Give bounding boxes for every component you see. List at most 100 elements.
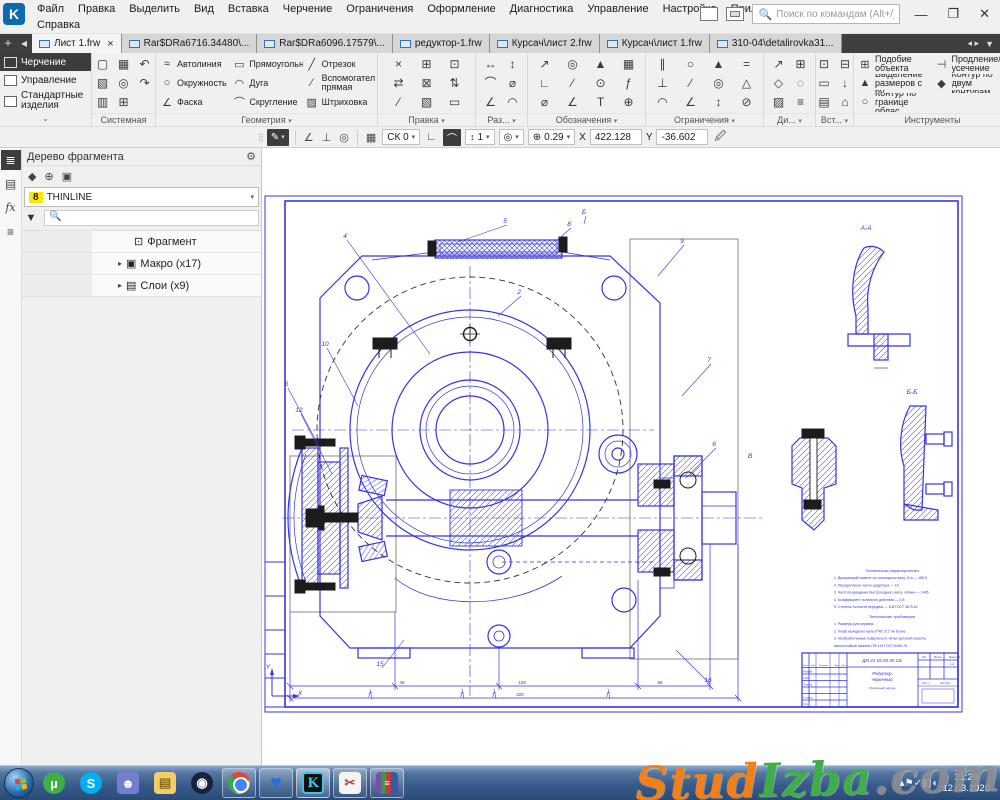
tool-icon[interactable]: ∟ — [535, 74, 555, 92]
tool-icon[interactable]: ⊞ — [791, 55, 811, 73]
snap-angle-icon[interactable]: ∠ — [302, 131, 316, 144]
tool-circle[interactable]: ○Окружность — [158, 74, 230, 93]
document-tab[interactable]: редуктор-1.frw — [393, 34, 490, 53]
menu-item[interactable]: Оформление — [420, 2, 502, 16]
tool-segment[interactable]: ╱Отрезок — [303, 55, 375, 74]
document-tab[interactable]: Курсач\лист 1.frw — [600, 34, 710, 53]
tool-arc[interactable]: ◠Дуга — [230, 74, 302, 93]
close-button[interactable]: ✕ — [973, 6, 996, 22]
document-tab[interactable]: 310-04\detalirovka31... — [710, 34, 842, 53]
menu-item[interactable]: Вставка — [221, 2, 276, 16]
winrar-icon[interactable]: ≡ — [370, 768, 404, 798]
start-button[interactable] — [4, 768, 34, 798]
modes-expand-icon[interactable]: ⌄ — [0, 114, 91, 126]
tool-icon[interactable]: ≡ — [791, 93, 811, 111]
tool-icon[interactable]: ○ — [681, 55, 701, 73]
zoom-mode-select[interactable]: ◎▾ — [499, 129, 524, 145]
tool-icon[interactable]: ∠ — [681, 93, 701, 111]
kompas-taskbar-icon[interactable]: K — [296, 768, 330, 798]
pen-tool-icon[interactable]: ◆ — [28, 170, 36, 183]
tool-icon[interactable]: ↗ — [535, 55, 555, 73]
expand-icon[interactable]: ▸ — [118, 259, 122, 268]
tool-icon[interactable]: ↕ — [503, 55, 523, 73]
menu-item[interactable]: Вид — [187, 2, 221, 16]
minimize-button[interactable]: — — [908, 7, 933, 22]
tool-icon[interactable]: ⊡ — [445, 55, 465, 73]
circles-tool-icon[interactable]: ⊕ — [44, 170, 53, 183]
taskbar-clock[interactable]: 21:26 12.03.2020 — [942, 772, 996, 794]
group-label-designations[interactable]: Обозначения ▾ — [528, 113, 645, 126]
parameters-panel-icon[interactable]: ▤ — [1, 174, 21, 194]
snap-perp-icon[interactable]: ⊥ — [320, 131, 334, 144]
group-label-edit[interactable]: Правка ▾ — [378, 113, 475, 126]
tool-icon[interactable]: ▧ — [417, 93, 437, 111]
tree-item[interactable]: ▸▤Слои (x9) — [22, 275, 261, 297]
tool-icon[interactable]: ▦ — [619, 55, 639, 73]
drawing-canvas[interactable]: 4581031297621516БГГГГА-АБ-БВYX Техническ… — [262, 148, 1000, 765]
line-style-select[interactable]: 8 THINLINE ▾ — [24, 187, 259, 207]
command-search-input[interactable]: 🔍 Поиск по командам (Alt+/) — [752, 4, 900, 24]
style-button[interactable]: ✎▾ — [267, 129, 289, 146]
tool-icon[interactable]: ⊠ — [417, 74, 437, 92]
grid-toggle-icon[interactable]: ▦ — [364, 131, 378, 144]
tool-icon[interactable]: = — [737, 55, 757, 73]
menu-panel-icon[interactable]: ≡ — [1, 222, 21, 242]
tool-icon[interactable]: △ — [737, 74, 757, 92]
tray-icon[interactable]: ◖ — [931, 778, 937, 789]
tool-offset-object[interactable]: ⊞Подобие объекта — [856, 55, 933, 74]
tool-icon[interactable]: ▭ — [445, 93, 465, 111]
rounding-toggle[interactable]: ⌒ — [443, 129, 461, 146]
tree-panel-icon[interactable]: ≣ — [1, 150, 21, 170]
window-layout-icon[interactable] — [700, 7, 718, 21]
menu-item[interactable]: Файл — [30, 2, 71, 16]
document-tab[interactable]: Лист 1.frw× — [32, 34, 122, 53]
heart-icon[interactable]: ♥ — [259, 768, 293, 798]
utorrent-icon[interactable]: µ — [37, 768, 71, 798]
tool-fillet[interactable]: ⌒Скругление — [230, 93, 302, 112]
tool-icon[interactable]: ⊕ — [619, 93, 639, 111]
copies-select[interactable]: ↕1▾ — [465, 129, 495, 145]
group-label-constraints[interactable]: Ограничения ▾ — [646, 113, 763, 126]
explorer-icon[interactable]: ▤ — [148, 768, 182, 798]
window-preview-icon[interactable] — [726, 7, 744, 21]
tray-icon[interactable]: ✓ — [914, 778, 922, 789]
tool-chamfer[interactable]: ∠Фаска — [158, 93, 230, 112]
mode-std-izdeliya[interactable]: Стандартные изделия — [0, 89, 91, 114]
bar-drag-handle[interactable]: ⣿ — [258, 133, 263, 142]
tool-icon[interactable]: ⊞ — [417, 55, 437, 73]
tool-icon[interactable]: ▤ — [816, 93, 834, 111]
tool-icon[interactable]: ⊞ — [114, 93, 134, 111]
filter-icon[interactable]: ▼ — [24, 212, 38, 224]
tool-icon[interactable]: ∠ — [563, 93, 583, 111]
x-coordinate-field[interactable]: 422.128 — [590, 129, 642, 145]
skype-icon[interactable]: S — [74, 768, 108, 798]
tree-search-input[interactable]: 🔍 — [44, 210, 259, 226]
tool-icon[interactable]: ⊙ — [591, 74, 611, 92]
snap-center-icon[interactable]: ◎ — [337, 131, 351, 144]
discord-icon[interactable]: ☻ — [111, 768, 145, 798]
tool-icon[interactable]: ▨ — [769, 93, 789, 111]
tool-hatch[interactable]: ▨Штриховка — [303, 93, 375, 112]
expand-icon[interactable]: ▸ — [118, 281, 122, 290]
menu-item[interactable]: Выделить — [122, 2, 187, 16]
y-coordinate-field[interactable]: -36.602 — [656, 129, 708, 145]
tool-two-contour[interactable]: ◆Контур по двум контурам — [933, 74, 1000, 93]
tool-icon[interactable]: ◌ — [791, 74, 811, 92]
menu-item[interactable]: Ограничения — [339, 2, 420, 16]
tool-icon[interactable]: ∠ — [481, 93, 501, 111]
tool-rectangle[interactable]: ▭Прямоугольник — [230, 55, 302, 74]
tool-icon[interactable]: ▦ — [114, 55, 134, 73]
tree-item[interactable]: ⊡Фрагмент — [22, 231, 261, 253]
menu-item[interactable]: Правка — [71, 2, 122, 16]
tool-icon[interactable]: ⊥ — [653, 74, 673, 92]
tool-icon[interactable]: ↕ — [709, 93, 729, 111]
tool-icon[interactable]: ↶ — [135, 55, 155, 73]
image-tool-icon[interactable]: ▣ — [62, 170, 72, 183]
group-label-dimensions[interactable]: Раз... ▾ — [476, 113, 527, 126]
tool-icon[interactable]: ⌀ — [535, 93, 555, 111]
tab-list-dropdown-icon[interactable]: ▼ — [985, 39, 994, 49]
variables-panel-icon[interactable]: fx — [1, 198, 21, 218]
tool-icon[interactable]: ⇄ — [389, 74, 409, 92]
tool-icon[interactable]: ∕ — [681, 74, 701, 92]
coordinate-system-select[interactable]: СК 0▾ — [382, 129, 420, 145]
